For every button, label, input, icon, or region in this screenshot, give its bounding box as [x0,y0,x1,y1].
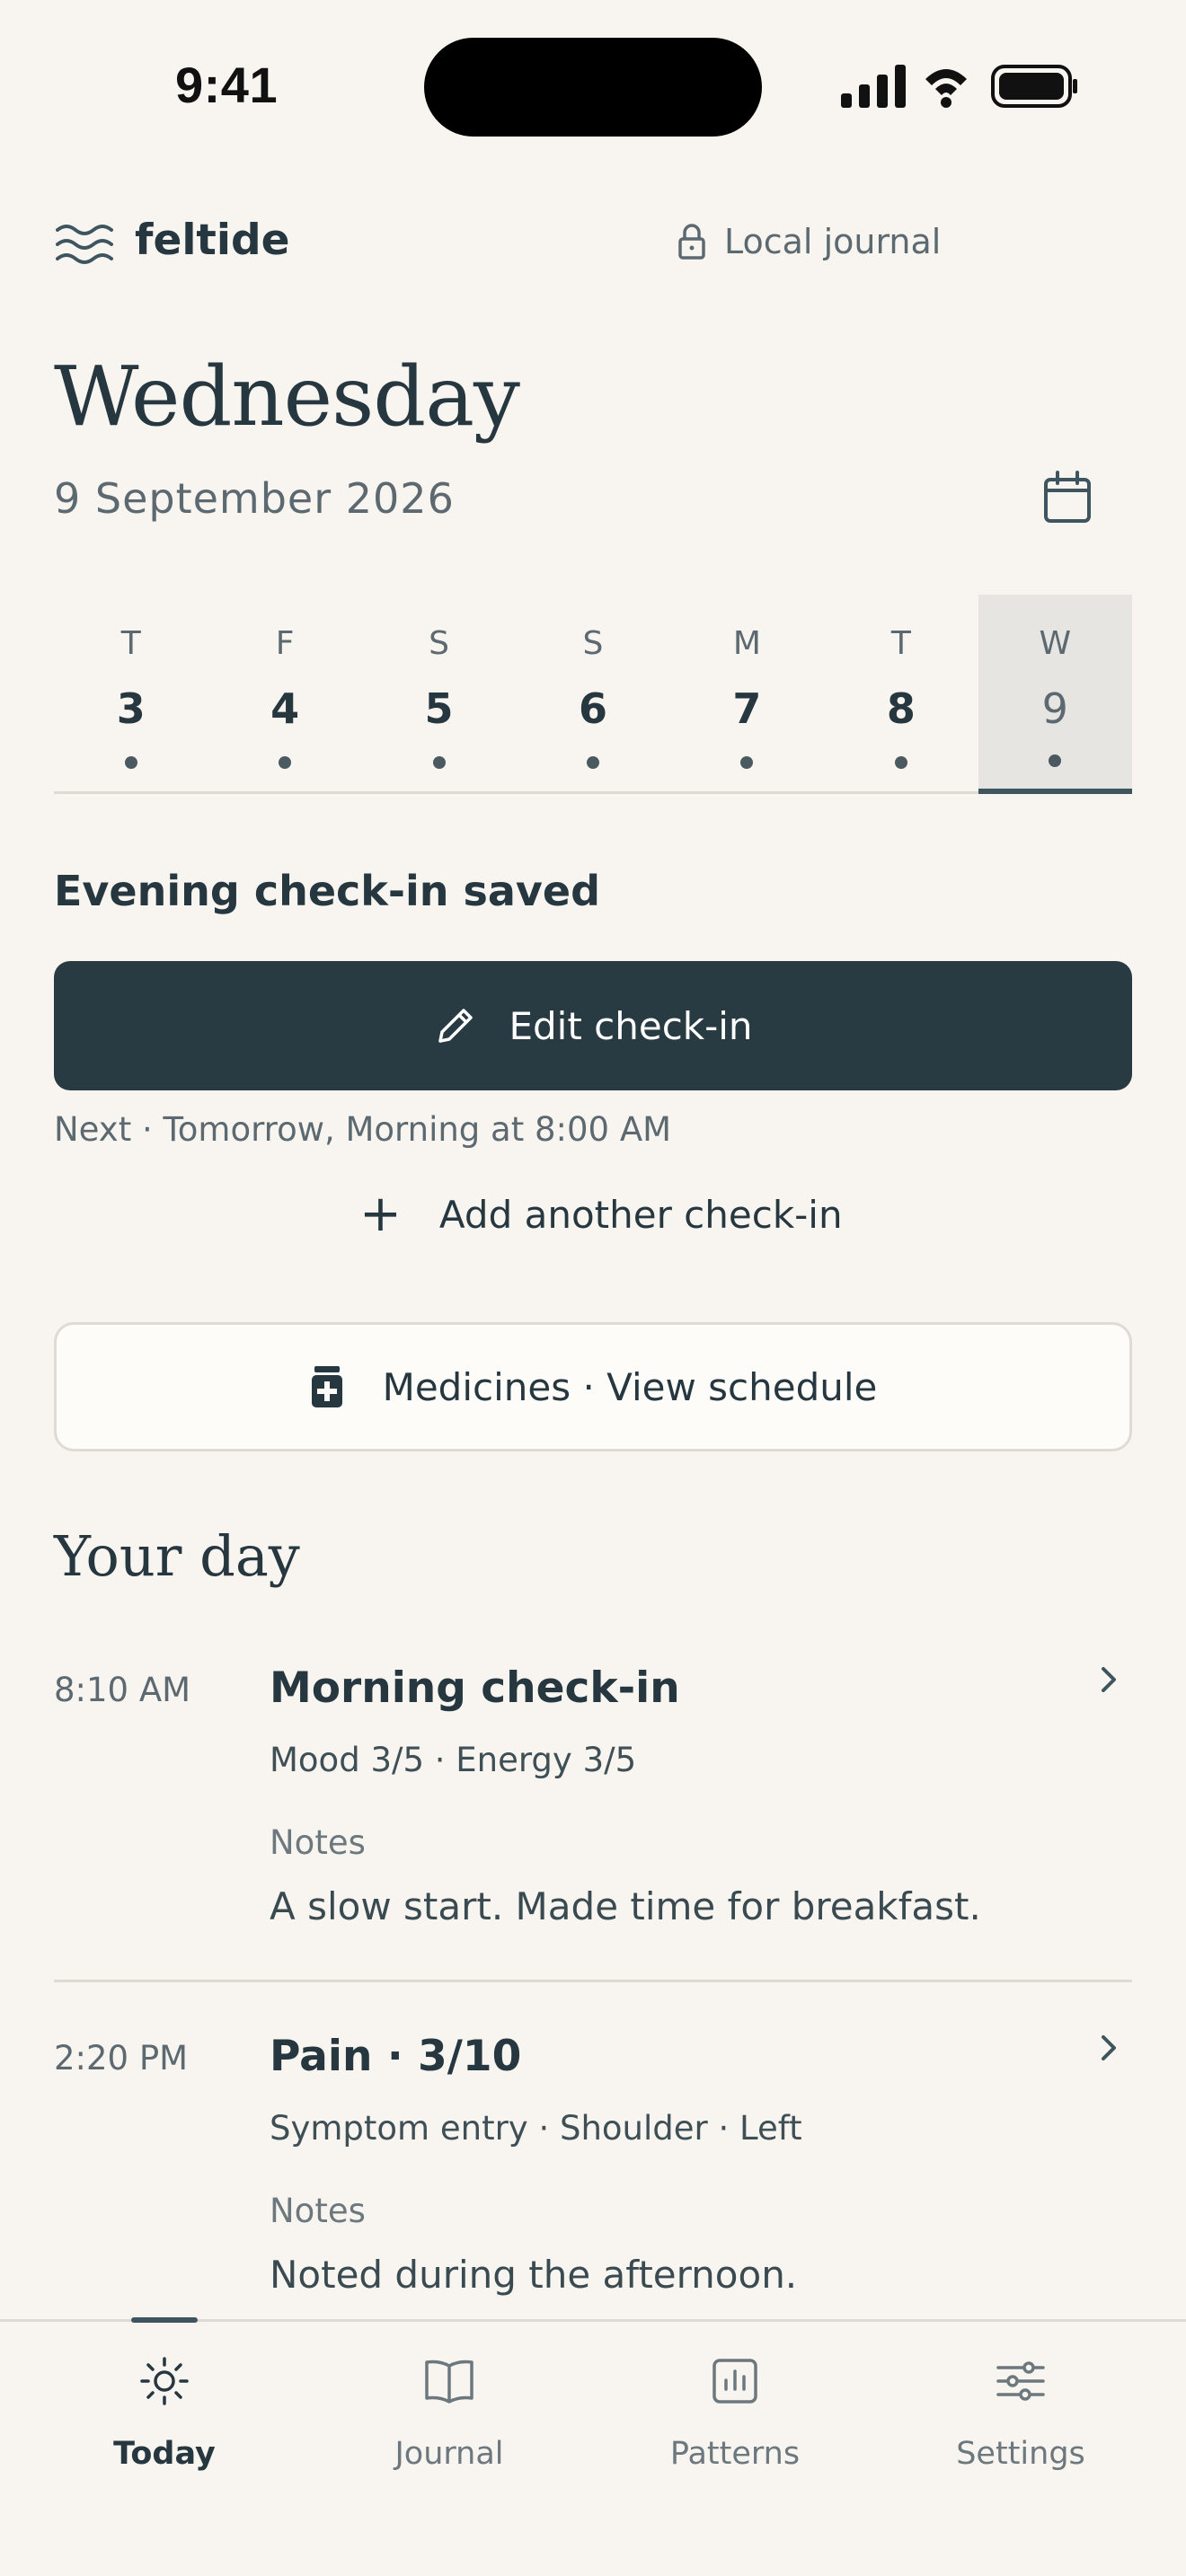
book-icon [425,2360,474,2404]
checkin-status-title: Evening check-in saved [54,867,601,915]
status-time: 9:41 [175,57,279,113]
entry-dot [586,756,599,769]
day-of-week: W [1039,625,1072,662]
dynamic-island [424,38,762,137]
tab-label: Patterns [669,2436,801,2472]
entry-title: Pain · 3/10 [270,2032,522,2081]
notes-label: Notes [270,2192,366,2230]
plus-icon: + [359,1185,402,1243]
entry-time: 8:10 AM [54,1671,191,1709]
tab-settings[interactable]: Settings [904,2353,1137,2472]
entry-notes: A slow start. Made time for breakfast. [270,1884,981,1928]
edit-checkin-label: Edit check-in [509,1003,753,1048]
tab-label: Journal [394,2436,504,2472]
chart-icon [712,2359,757,2404]
pencil-icon [438,1009,474,1043]
day-of-week: T [890,625,911,662]
signal-icon [841,65,906,108]
entry-notes: Noted during the afternoon. [270,2253,798,2297]
day-of-week: M [732,625,761,662]
local-journal-label: Local journal [724,222,942,261]
medicine-icon [311,1366,342,1407]
notes-label: Notes [270,1823,366,1862]
add-checkin-button[interactable]: + Add another check-in [359,1187,843,1241]
day-cell[interactable]: F 4 [208,595,361,791]
timeline-entry[interactable]: 8:10 AM Morning check-in Mood 3/5 · Ener… [0,1644,1186,1976]
edit-checkin-button[interactable]: Edit check-in [54,961,1132,1090]
sun-icon [140,2357,189,2405]
chevron-right-icon [1102,2035,1116,2060]
medicines-label: Medicines · View schedule [382,1364,878,1409]
entry-meta: Symptom entry · Shoulder · Left [270,2109,802,2148]
tab-today[interactable]: Today [48,2353,281,2472]
day-number: 6 [578,684,607,733]
entry-title: Morning check-in [270,1663,680,1713]
your-day-heading: Your day [54,1523,300,1589]
date-subtitle: 9 September 2026 [54,474,455,523]
lock-icon [678,224,705,260]
medicines-button[interactable]: Medicines · View schedule [54,1322,1132,1451]
day-number: 9 [1041,684,1068,733]
day-cell[interactable]: M 7 [670,595,824,791]
entry-dot [1049,754,1062,767]
day-cell[interactable]: S 5 [362,595,516,791]
wifi-icon [925,69,967,108]
tab-journal[interactable]: Journal [332,2353,566,2472]
day-cell-selected[interactable]: W 9 [978,595,1132,794]
tab-patterns[interactable]: Patterns [618,2353,852,2472]
timeline-entry[interactable]: 2:20 PM Pain · 3/10 Symptom entry · Shou… [0,2012,1186,2317]
day-number: 8 [886,684,916,733]
add-checkin-label: Add another check-in [438,1192,843,1237]
active-tab-indicator [131,2317,198,2323]
brand-name: feltide [135,216,290,265]
day-of-week: S [429,625,449,662]
next-checkin-info: Next · Tomorrow, Morning at 8:00 AM [54,1110,672,1149]
entry-dot [894,756,907,769]
entry-dot [740,756,754,769]
tab-label: Today [113,2436,216,2472]
status-icons [841,65,1077,108]
entry-meta: Mood 3/5 · Energy 3/5 [270,1741,637,1779]
sliders-icon [996,2361,1045,2401]
entry-dot [124,756,137,769]
entry-time: 2:20 PM [54,2039,189,2078]
day-of-week: T [120,625,141,662]
day-number: 5 [424,684,454,733]
day-cell[interactable]: S 6 [516,595,669,791]
day-of-week: S [582,625,604,662]
weekday-title: Wednesday [54,348,520,445]
day-of-week: F [275,625,295,662]
chevron-right-icon [1102,1667,1116,1692]
tab-label: Settings [956,2436,1085,2472]
day-cell[interactable]: T 8 [824,595,978,791]
day-number: 3 [116,684,146,733]
calendar-icon[interactable] [1040,469,1094,526]
entry-dot [432,756,446,769]
entry-divider [54,1980,1132,1982]
day-number: 7 [732,684,762,733]
day-cell[interactable]: T 3 [54,595,208,791]
entry-dot [279,756,292,769]
week-strip: T 3 F 4 S 5 S 6 M 7 T 8 W 9 [54,595,1132,794]
day-number: 4 [270,684,300,733]
battery-icon [991,65,1077,108]
waves-logo-icon [56,225,113,264]
